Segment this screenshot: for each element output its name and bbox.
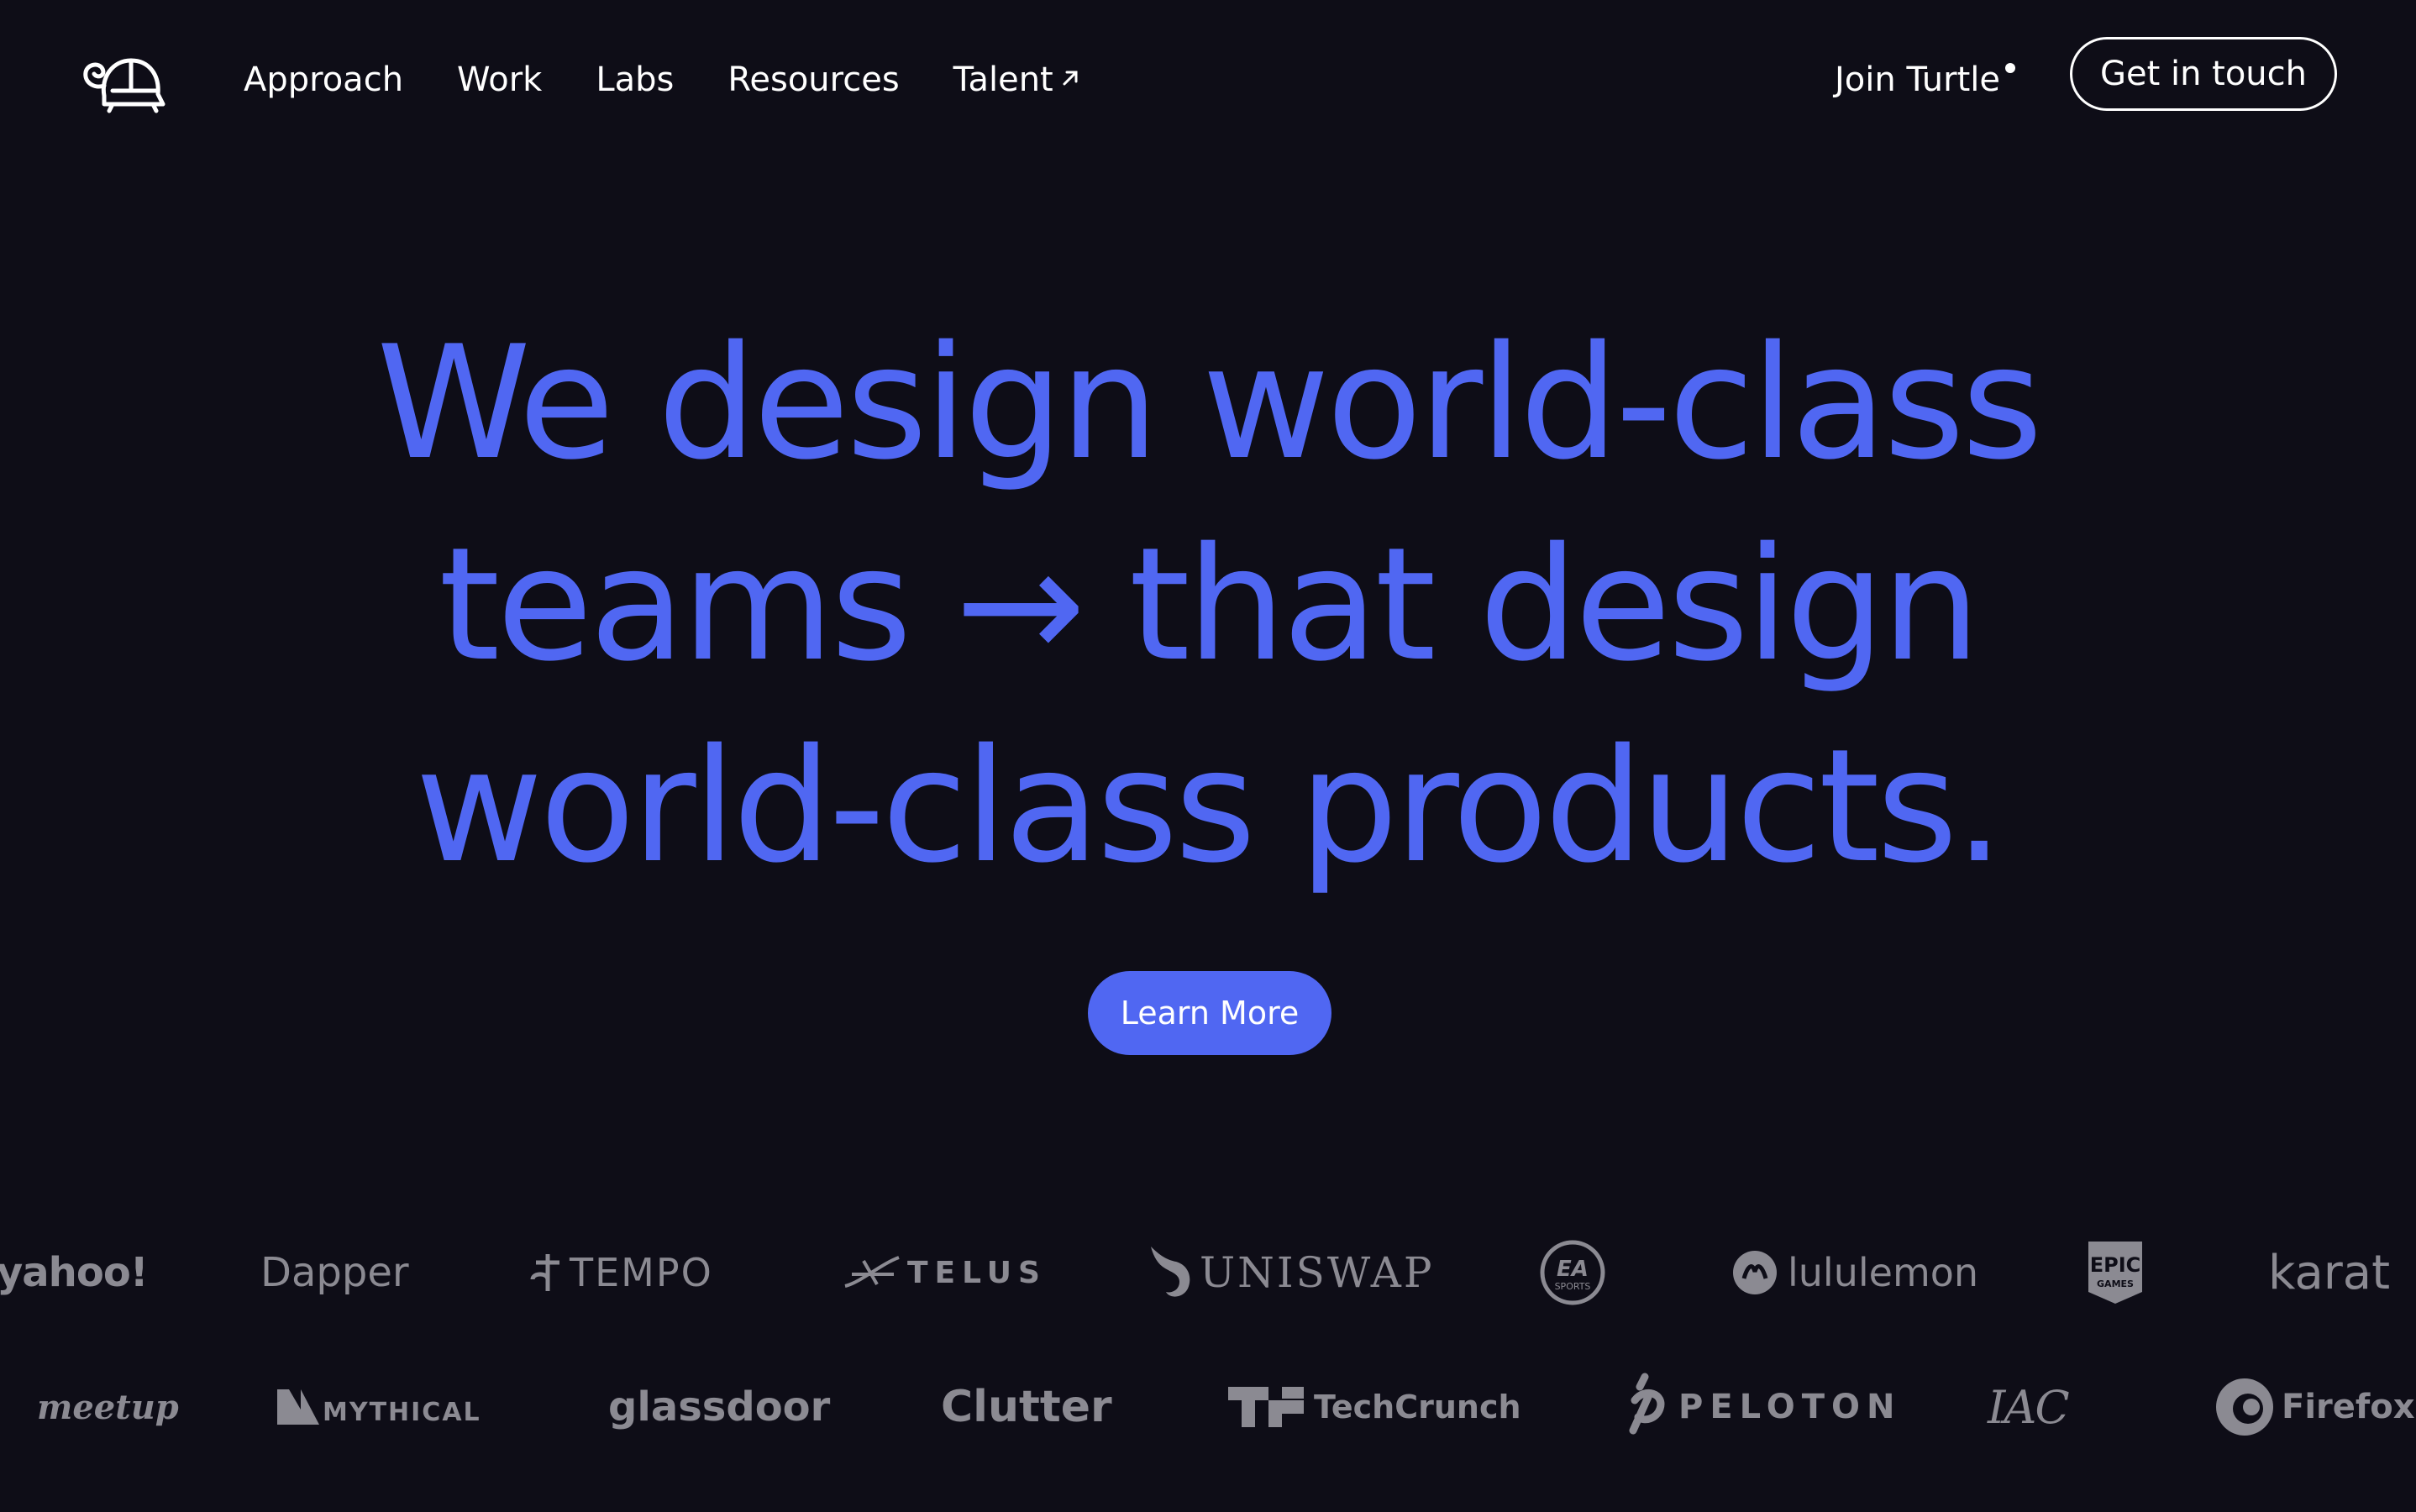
client-logo-glassdoor: glassdoor — [608, 1383, 831, 1431]
join-turtle-label: Join Turtle — [1835, 60, 2001, 99]
client-logo-lululemon: lululemon — [1732, 1226, 1978, 1319]
svg-text:EPIC: EPIC — [2090, 1253, 2141, 1277]
client-logo-karat: karat — [2268, 1245, 2391, 1300]
main-nav: Approach Work Labs Resources Talent — [244, 54, 1134, 106]
hero-headline: We design world-class teams → that desig… — [0, 302, 2416, 907]
client-logo-ea-sports: EA SPORTS — [1539, 1226, 1606, 1319]
client-logo-lululemon-text: lululemon — [1788, 1250, 1979, 1295]
get-in-touch-button[interactable]: Get in touch — [2070, 37, 2337, 111]
nav-labs[interactable]: Labs — [596, 60, 674, 99]
notification-dot-icon — [2005, 63, 2016, 73]
client-logo-telus: TELUS — [843, 1226, 1047, 1319]
nav-approach-label: Approach — [244, 60, 404, 99]
client-logo-yahoo: yahoo! — [0, 1249, 149, 1296]
client-logo-meetup: meetup — [37, 1387, 179, 1427]
top-nav: Approach Work Labs Resources Talent Join… — [0, 0, 2416, 160]
nav-approach[interactable]: Approach — [244, 60, 403, 99]
client-logo-telus-text: TELUS — [907, 1255, 1047, 1290]
client-logo-firefox: Firefox — [2214, 1361, 2415, 1453]
client-logo-peloton: PELOTON — [1616, 1361, 1901, 1453]
client-logo-peloton-text: PELOTON — [1678, 1388, 1902, 1426]
client-logos-row-1: yahoo! Dapper TEMPO TELUS UNISWAP EA SPO… — [0, 1226, 2416, 1319]
client-logo-iac: IAC — [1988, 1380, 2070, 1434]
join-turtle-link[interactable]: Join Turtle — [1835, 54, 2016, 106]
hero-line-1: We design world-class — [376, 312, 2043, 494]
client-logo-mythical-text: MYTHICAL — [323, 1397, 481, 1427]
hero-line-3: world-class products. — [415, 715, 2004, 897]
client-logo-techcrunch: TechCrunch — [1228, 1361, 1521, 1453]
client-logos-row-2: meetup MYTHICAL glassdoor Clutter TechCr… — [0, 1361, 2416, 1453]
client-logo-epic-games: EPIC GAMES — [2085, 1226, 2146, 1319]
client-logo-clutter: Clutter — [941, 1382, 1112, 1432]
client-logo-uniswap-text: UNISWAP — [1200, 1248, 1435, 1297]
client-logo-firefox-text: Firefox — [2282, 1388, 2415, 1426]
svg-text:EA: EA — [1557, 1257, 1589, 1282]
page: Approach Work Labs Resources Talent Join… — [0, 0, 2416, 1512]
nav-resources-label: Resources — [727, 60, 900, 99]
nav-labs-label: Labs — [596, 60, 675, 99]
client-logo-mythical: MYTHICAL — [277, 1361, 481, 1453]
arrow-up-right-icon — [1060, 66, 1080, 95]
learn-more-button[interactable]: Learn More — [1088, 971, 1331, 1055]
nav-work[interactable]: Work — [457, 60, 542, 99]
get-in-touch-label: Get in touch — [2099, 55, 2308, 93]
learn-more-label: Learn More — [1120, 995, 1300, 1032]
client-logo-tempo: TEMPO — [529, 1226, 713, 1319]
nav-work-label: Work — [457, 60, 543, 99]
client-logo-tempo-text: TEMPO — [570, 1250, 713, 1295]
turtle-logo-icon[interactable] — [79, 52, 168, 114]
nav-talent[interactable]: Talent — [953, 60, 1080, 99]
svg-text:GAMES: GAMES — [2097, 1278, 2134, 1289]
nav-talent-label: Talent — [953, 60, 1053, 99]
client-logo-techcrunch-text: TechCrunch — [1314, 1389, 1521, 1425]
hero-line-2: teams → that design — [439, 513, 1980, 696]
client-logo-uniswap: UNISWAP — [1146, 1226, 1435, 1319]
nav-resources[interactable]: Resources — [727, 60, 899, 99]
svg-text:SPORTS: SPORTS — [1555, 1281, 1591, 1292]
client-logo-dapper: Dapper — [260, 1249, 409, 1296]
